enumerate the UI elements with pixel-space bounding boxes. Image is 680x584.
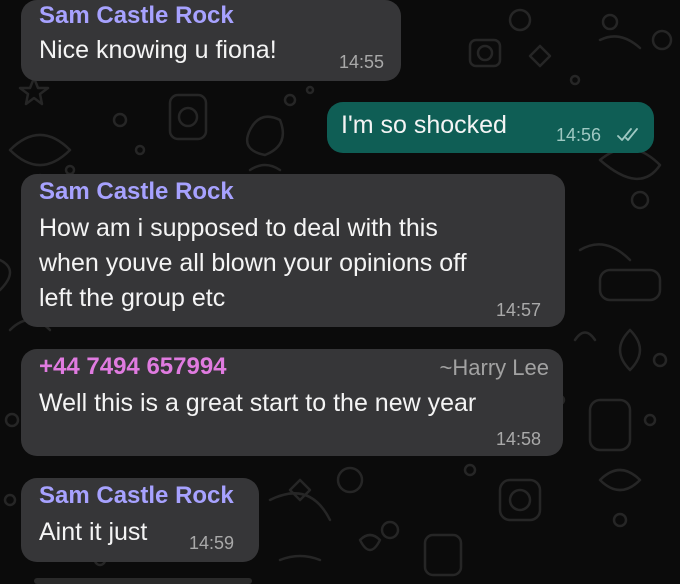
message-text: Aint it just — [39, 518, 148, 546]
message-text: Well this is a great start to the new ye… — [39, 389, 477, 417]
message-text-line: when youve all blown your opinions off — [39, 249, 467, 277]
sender-name[interactable]: Sam Castle Rock — [39, 2, 234, 30]
message-time: 14:56 — [556, 125, 602, 145]
message-bubble[interactable]: Sam Castle Rock Aint it just 14:59 — [21, 478, 259, 562]
message-bubble[interactable]: Sam Castle Rock Nice knowing u fiona! 14… — [21, 0, 401, 81]
message-time: 14:57 — [496, 300, 542, 320]
message-bubble[interactable]: +44 7494 657994 ~Harry Lee Well this is … — [21, 349, 563, 456]
message-text: Nice knowing u fiona! — [39, 36, 277, 64]
sender-alias: ~Harry Lee — [439, 355, 549, 380]
sender-name[interactable]: Sam Castle Rock — [39, 178, 234, 206]
message-text-line: How am i supposed to deal with this — [39, 214, 438, 242]
message-text: I'm so shocked — [341, 111, 507, 139]
message-text-line: left the group etc — [39, 284, 226, 312]
double-tick-icon — [617, 128, 638, 141]
next-message-edge — [34, 578, 252, 584]
message-time: 14:59 — [189, 533, 235, 553]
message-bubble[interactable]: I'm so shocked 14:56 — [327, 102, 654, 153]
message-time: 14:58 — [496, 429, 542, 449]
message-time: 14:55 — [339, 52, 385, 72]
sender-name[interactable]: Sam Castle Rock — [39, 482, 234, 510]
message-bubble[interactable]: Sam Castle Rock How am i supposed to dea… — [21, 174, 565, 327]
sender-phone-number[interactable]: +44 7494 657994 — [39, 353, 227, 381]
